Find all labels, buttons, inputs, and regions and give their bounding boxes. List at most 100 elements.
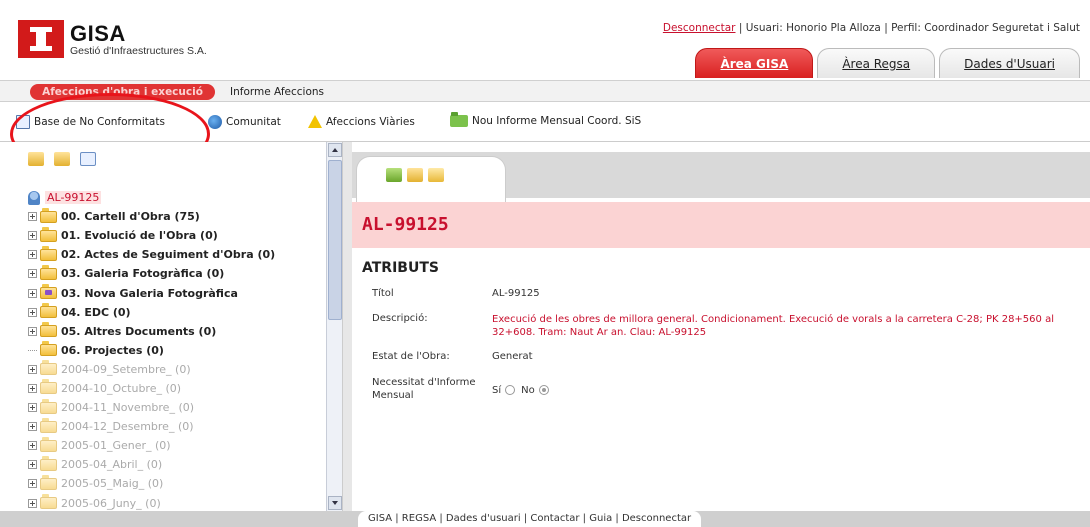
expand-icon[interactable] (28, 460, 37, 470)
afeccions-viaries-label: Afeccions Viàries (326, 115, 415, 128)
photo-gallery-icon (40, 284, 57, 300)
radio-si[interactable] (505, 385, 516, 395)
folder-icon (40, 303, 57, 319)
add-folder-icon[interactable] (407, 168, 423, 182)
expand-icon[interactable] (28, 288, 37, 298)
necessitat-label-line1: Necessitat d'Informe (372, 377, 476, 388)
tree-item[interactable]: 04. EDC (0) (28, 303, 328, 322)
tree-item[interactable]: 02. Actes de Seguiment d'Obra (0) (28, 245, 328, 264)
expand-icon[interactable] (28, 441, 37, 451)
expand-icon[interactable] (28, 250, 37, 260)
expand-all-icon[interactable] (54, 152, 70, 166)
nou-informe-mensual-button[interactable]: Nou Informe Mensual Coord. SiS (450, 112, 642, 127)
expand-icon[interactable] (28, 326, 37, 336)
tree-item[interactable]: 05. Altres Documents (0) (28, 322, 328, 341)
footer-links[interactable]: GISA | REGSA | Dades d'usuari | Contacta… (358, 511, 702, 527)
folder-icon (40, 226, 57, 242)
expand-icon[interactable] (28, 498, 37, 508)
radio-no[interactable] (538, 385, 549, 395)
scroll-thumb[interactable] (328, 160, 342, 320)
main-tabs: Àrea GISA Àrea Regsa Dades d'Usuari (695, 48, 1080, 78)
tree-item[interactable]: 01. Evolució de l'Obra (0) (28, 226, 328, 245)
expand-icon[interactable] (28, 364, 37, 374)
titol-label: Títol (372, 288, 394, 299)
tree-item-label: 01. Evolució de l'Obra (0) (61, 229, 218, 243)
folder-icon (40, 494, 57, 510)
subnav-informe-afeccions[interactable]: Informe Afeccions (230, 84, 324, 100)
tree-item[interactable]: 2004-12_Desembre_ (0) (28, 417, 328, 436)
tree-item[interactable]: 06. Projectes (0) (28, 341, 328, 360)
necessitat-options: Sí No (492, 385, 555, 396)
folder-icon (40, 245, 57, 261)
tree-item-label: 03. Nova Galeria Fotogràfica (61, 286, 238, 300)
collapse-all-icon[interactable] (28, 152, 44, 166)
folder-icon (40, 207, 57, 223)
folder-icon (40, 417, 57, 433)
expand-icon[interactable] (28, 231, 37, 241)
tree-item[interactable]: 2005-01_Gener_ (0) (28, 436, 328, 455)
subnav-afeccions-obra[interactable]: Afeccions d'obra i execució (30, 84, 215, 100)
expand-icon[interactable] (28, 307, 37, 317)
tree-root-label: AL-99125 (45, 191, 102, 205)
expand-icon[interactable] (28, 269, 37, 279)
folder-icon (40, 322, 57, 338)
refresh-tree-icon[interactable] (80, 152, 96, 166)
expand-icon[interactable] (28, 479, 37, 489)
tree-item-label: 2005-04_Abril_ (0) (61, 458, 163, 472)
necessitat-label: Necessitat d'Informe Mensual (372, 376, 475, 402)
tree-item[interactable]: 2005-06_Juny_ (0) (28, 494, 328, 513)
nou-informe-mensual-label: Nou Informe Mensual Coord. SiS (472, 115, 642, 127)
tree-item-label: 03. Galeria Fotogràfica (0) (61, 267, 225, 281)
folder-icon (40, 341, 57, 357)
tab-area-regsa[interactable]: Àrea Regsa (817, 48, 936, 78)
folder-icon (40, 398, 57, 414)
tree-item[interactable]: 2004-11_Novembre_ (0) (28, 398, 328, 417)
tree-item[interactable]: 03. Galeria Fotogràfica (0) (28, 264, 328, 283)
edit-folder-icon[interactable] (428, 168, 444, 182)
detail-actions (386, 168, 444, 182)
folder-tree: AL-99125 00. Cartell d'Obra (75) 01. Evo… (28, 188, 328, 513)
gisa-logo-mark (18, 20, 64, 58)
option-no-label: No (521, 385, 535, 396)
tree-item-label: 05. Altres Documents (0) (61, 324, 217, 338)
document-icon (16, 115, 30, 129)
expand-icon[interactable] (28, 422, 37, 432)
comunitat-label: Comunitat (226, 116, 281, 128)
gisa-logo[interactable]: GISA Gestió d'Infraestructures S.A. (18, 20, 207, 58)
tree-scrollbar[interactable] (326, 142, 342, 511)
tree-item-label: 2005-01_Gener_ (0) (61, 439, 171, 453)
scroll-up-button[interactable] (328, 143, 342, 157)
brand-name: GISA (70, 21, 126, 46)
tree-root[interactable]: AL-99125 (28, 188, 328, 207)
folder-icon (40, 379, 57, 395)
tree-item[interactable]: 00. Cartell d'Obra (75) (28, 207, 328, 226)
tab-dades-usuari[interactable]: Dades d'Usuari (939, 48, 1080, 78)
tree-item[interactable]: 2004-10_Octubre_ (0) (28, 379, 328, 398)
tab-area-gisa[interactable]: Àrea GISA (695, 48, 814, 78)
tree-item[interactable]: 03. Nova Galeria Fotogràfica (28, 283, 328, 302)
tree-item[interactable]: 2004-09_Setembre_ (0) (28, 360, 328, 379)
expand-icon[interactable] (28, 212, 37, 222)
panel-divider[interactable] (342, 142, 352, 511)
tree-connector (28, 349, 37, 351)
afeccions-viaries-button[interactable]: Afeccions Viàries (308, 115, 415, 128)
brand-subtitle: Gestió d'Infraestructures S.A. (70, 45, 207, 57)
comunitat-button[interactable]: Comunitat (208, 115, 281, 129)
tree-item[interactable]: 2005-04_Abril_ (0) (28, 455, 328, 474)
base-no-conformitats-button[interactable]: Base de No Conformitats (16, 115, 165, 129)
tree-item-label: 04. EDC (0) (61, 305, 131, 319)
tree-item[interactable]: 2005-05_Maig_ (0) (28, 474, 328, 493)
expand-icon[interactable] (28, 383, 37, 393)
folder-add-icon (450, 112, 468, 127)
disconnect-link[interactable]: Desconnectar (663, 22, 736, 34)
detail-title-band: AL-99125 (352, 202, 1090, 248)
user-info: | Usuari: Honorio Pla Alloza | Perfil: C… (735, 22, 1080, 34)
scroll-down-button[interactable] (328, 496, 342, 510)
add-document-icon[interactable] (386, 168, 402, 182)
tree-item-label: 2004-12_Desembre_ (0) (61, 420, 194, 434)
base-no-conformitats-label: Base de No Conformitats (34, 116, 165, 128)
sub-navigation: Afeccions d'obra i execució Informe Afec… (0, 80, 1090, 102)
expand-icon[interactable] (28, 403, 37, 413)
titol-value: AL-99125 (492, 288, 540, 299)
warning-icon (308, 115, 322, 128)
